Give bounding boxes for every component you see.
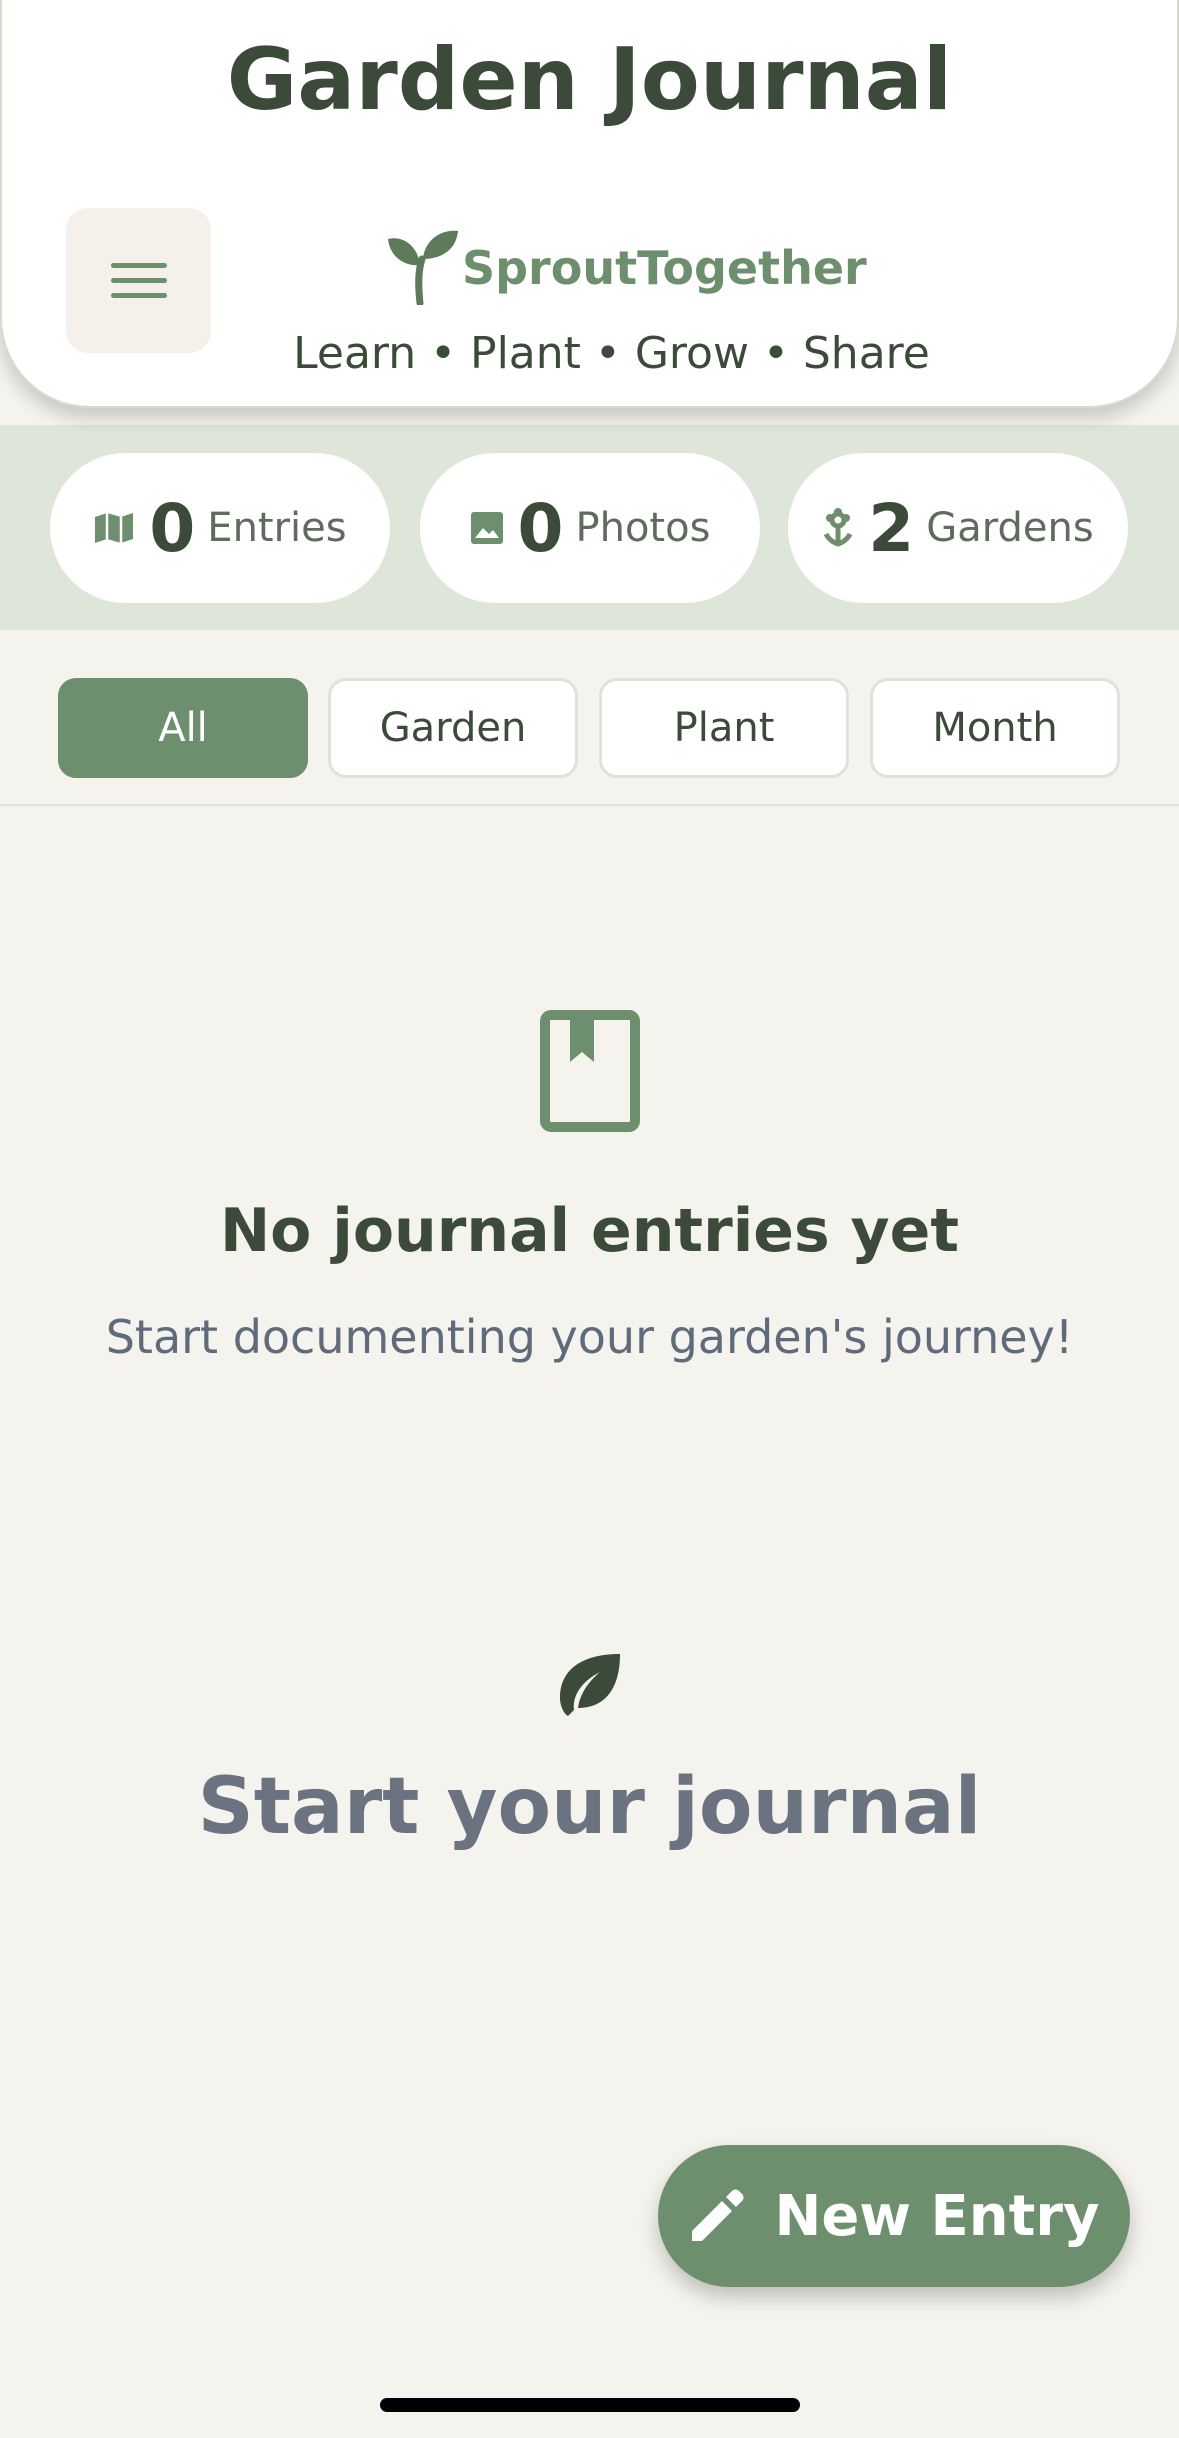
gardens-label: Gardens [926, 505, 1094, 551]
tab-plant[interactable]: Plant [599, 678, 849, 778]
home-indicator[interactable] [380, 2398, 800, 2412]
photos-count: 0 [517, 489, 564, 567]
hamburger-menu-icon [110, 262, 167, 298]
photo-icon [470, 512, 503, 544]
journal-screen: Garden Journal SproutTogether Learn • Pl… [0, 0, 1179, 2438]
empty-state-title: No journal entries yet [219, 1196, 960, 1266]
app-header: Garden Journal SproutTogether Learn • Pl… [0, 0, 1179, 408]
flower-icon [824, 508, 853, 547]
stat-gardens: 2 Gardens [788, 453, 1128, 603]
bookmark-book-icon [540, 1010, 640, 1132]
gardens-count: 2 [868, 489, 915, 567]
map-book-icon [95, 513, 134, 543]
empty-state-subtitle: Start documenting your garden's journey! [105, 1310, 1074, 1364]
stats-bar: 0 Entries 0 Photos 2 Gardens [0, 425, 1179, 630]
leaf-icon [560, 1654, 620, 1716]
brand-logo[interactable]: SproutTogether [382, 215, 867, 305]
new-entry-button[interactable]: New Entry [658, 2145, 1130, 2287]
filter-tabs: All Garden Plant Month [0, 678, 1179, 806]
pencil-icon [692, 2189, 744, 2241]
page-title: Garden Journal [226, 30, 953, 130]
tagline: Learn • Plant • Grow • Share [293, 328, 930, 379]
stat-entries: 0 Entries [50, 453, 390, 603]
tab-all[interactable]: All [58, 678, 308, 778]
start-journal-heading: Start your journal [197, 1762, 982, 1852]
photos-label: Photos [575, 505, 711, 551]
entries-count: 0 [149, 489, 196, 567]
tab-month[interactable]: Month [870, 678, 1120, 778]
entries-label: Entries [207, 505, 347, 551]
stat-photos: 0 Photos [420, 453, 760, 603]
sprout-icon [388, 230, 458, 305]
new-entry-label: New Entry [774, 2183, 1100, 2249]
brand-name: SproutTogether [462, 241, 867, 295]
tab-garden[interactable]: Garden [328, 678, 578, 778]
divider [0, 804, 1179, 806]
